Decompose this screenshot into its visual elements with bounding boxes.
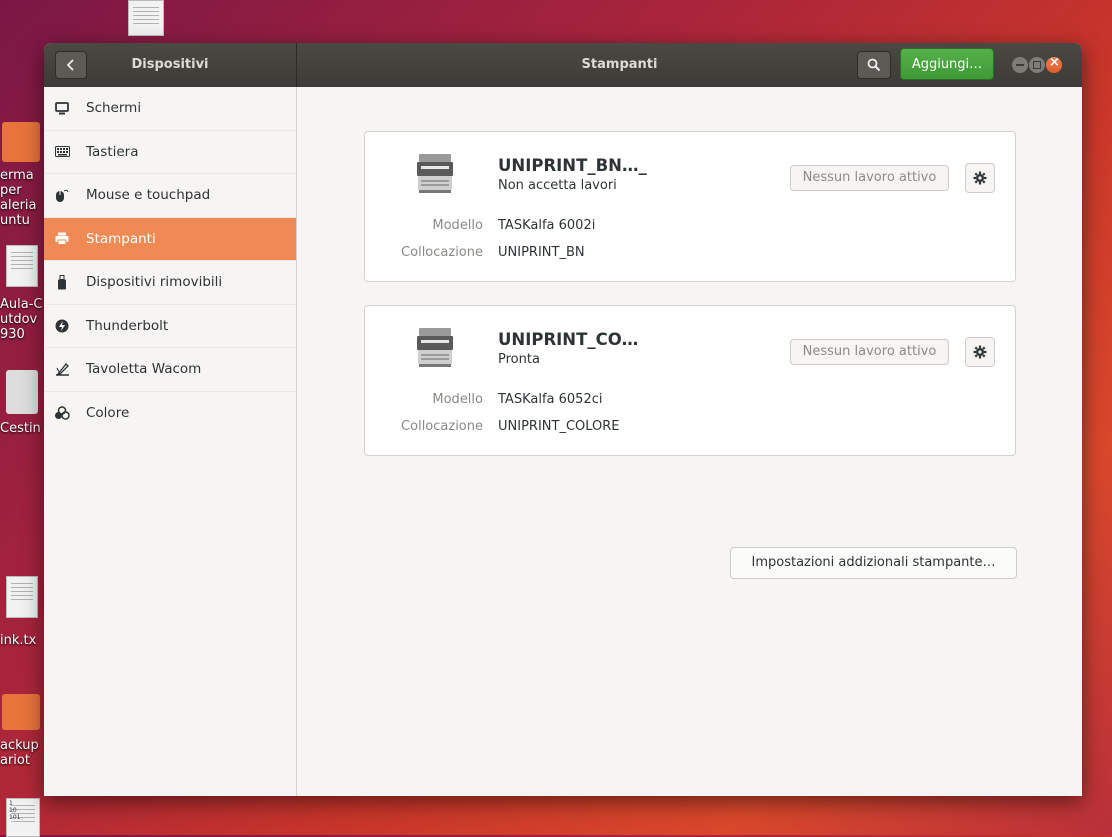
sidebar-item-label: Tastiera — [86, 143, 139, 160]
sidebar-item-thunderbolt[interactable]: Thunderbolt — [44, 305, 296, 348]
close-button[interactable] — [1046, 55, 1062, 73]
location-label: Collocazione — [401, 245, 483, 260]
jobs-button[interactable]: Nessun lavoro attivo — [790, 339, 949, 365]
gear-icon — [973, 345, 987, 359]
settings-window: Dispositivi Stampanti Aggiungi… Schermi … — [44, 43, 1082, 796]
desktop-icon-label: Cestin — [0, 421, 41, 436]
model-value: TASKalfa 6052ci — [498, 392, 603, 407]
sidebar-item-label: Schermi — [86, 100, 142, 117]
sidebar-item-label: Tavoletta Wacom — [86, 361, 202, 378]
printer-card: UNIPRINT_CO… Pronta Nessun lavoro attivo… — [364, 305, 1016, 456]
maximize-button[interactable] — [1029, 57, 1045, 73]
color-icon — [54, 405, 70, 421]
usb-icon — [54, 274, 70, 290]
chevron-left-icon — [66, 59, 74, 71]
desktop-folder-icon[interactable] — [2, 122, 40, 162]
printers-panel: UNIPRINT_BN…_ Non accetta lavori Nessun … — [297, 87, 1082, 796]
printer-card: UNIPRINT_BN…_ Non accetta lavori Nessun … — [364, 131, 1016, 282]
sidebar-item-label: Thunderbolt — [86, 317, 169, 334]
desktop-folder-icon[interactable] — [2, 694, 40, 730]
desktop-document-icon[interactable] — [6, 245, 38, 287]
sidebar-item-colore[interactable]: Colore — [44, 392, 296, 436]
sidebar-item-label: Colore — [86, 405, 130, 422]
desktop-icon-label: 1 10 101 — [9, 800, 21, 821]
desktop-document-icon[interactable] — [6, 576, 38, 618]
search-button[interactable] — [857, 51, 891, 79]
sidebar-item-label: Stampanti — [86, 230, 156, 247]
jobs-button[interactable]: Nessun lavoro attivo — [790, 165, 949, 191]
sidebar-item-tavoletta-wacom[interactable]: Tavoletta Wacom — [44, 348, 296, 392]
keyboard-icon — [54, 144, 70, 160]
location-value: UNIPRINT_COLORE — [498, 419, 620, 434]
sidebar-item-schermi[interactable]: Schermi — [44, 87, 296, 131]
sidebar-item-label: Dispositivi rimovibili — [86, 274, 223, 291]
location-value: UNIPRINT_BN — [498, 245, 585, 260]
printer-name: UNIPRINT_BN…_ — [498, 156, 647, 175]
model-label: Modello — [432, 392, 483, 407]
mouse-icon — [54, 187, 70, 203]
printer-settings-button[interactable] — [965, 163, 995, 193]
location-label: Collocazione — [401, 419, 483, 434]
sidebar-item-tastiera[interactable]: Tastiera — [44, 131, 296, 174]
additional-printer-settings-button[interactable]: Impostazioni addizionali stampante… — [730, 547, 1017, 579]
thunderbolt-icon — [54, 318, 70, 334]
sidebar: Schermi Tastiera Mouse e touchpad Stampa… — [44, 87, 297, 796]
titlebar: Dispositivi Stampanti Aggiungi… — [44, 43, 1082, 87]
sidebar-item-mouse[interactable]: Mouse e touchpad — [44, 174, 296, 218]
minimize-button[interactable] — [1012, 57, 1028, 73]
desktop-icon-label: ackup ariot — [0, 738, 39, 768]
add-printer-button[interactable]: Aggiungi… — [900, 48, 994, 80]
printer-device-icon — [417, 154, 453, 193]
desktop-icon-label: erma per aleria untu — [0, 168, 37, 228]
back-button[interactable] — [55, 51, 87, 79]
printer-status: Non accetta lavori — [498, 178, 617, 193]
model-value: TASKalfa 6002i — [498, 218, 596, 233]
trash-icon[interactable] — [6, 370, 38, 414]
printer-settings-button[interactable] — [965, 337, 995, 367]
desktop-icon-label: Aula-C utdov 930 — [0, 297, 43, 342]
desktop-document-icon[interactable] — [128, 0, 164, 36]
model-label: Modello — [432, 218, 483, 233]
printer-device-icon — [417, 328, 453, 367]
desktop-icon-label: ink.tx — [0, 633, 37, 648]
printer-icon — [54, 231, 70, 247]
display-icon — [54, 100, 70, 116]
tablet-icon — [54, 361, 70, 377]
sidebar-item-label: Mouse e touchpad — [86, 187, 211, 204]
sidebar-item-stampanti[interactable]: Stampanti — [44, 217, 296, 261]
printer-name: UNIPRINT_CO… — [498, 330, 639, 349]
printer-status: Pronta — [498, 352, 540, 367]
search-icon — [867, 58, 881, 72]
gear-icon — [973, 171, 987, 185]
sidebar-item-dispositivi-rimovibili[interactable]: Dispositivi rimovibili — [44, 261, 296, 305]
